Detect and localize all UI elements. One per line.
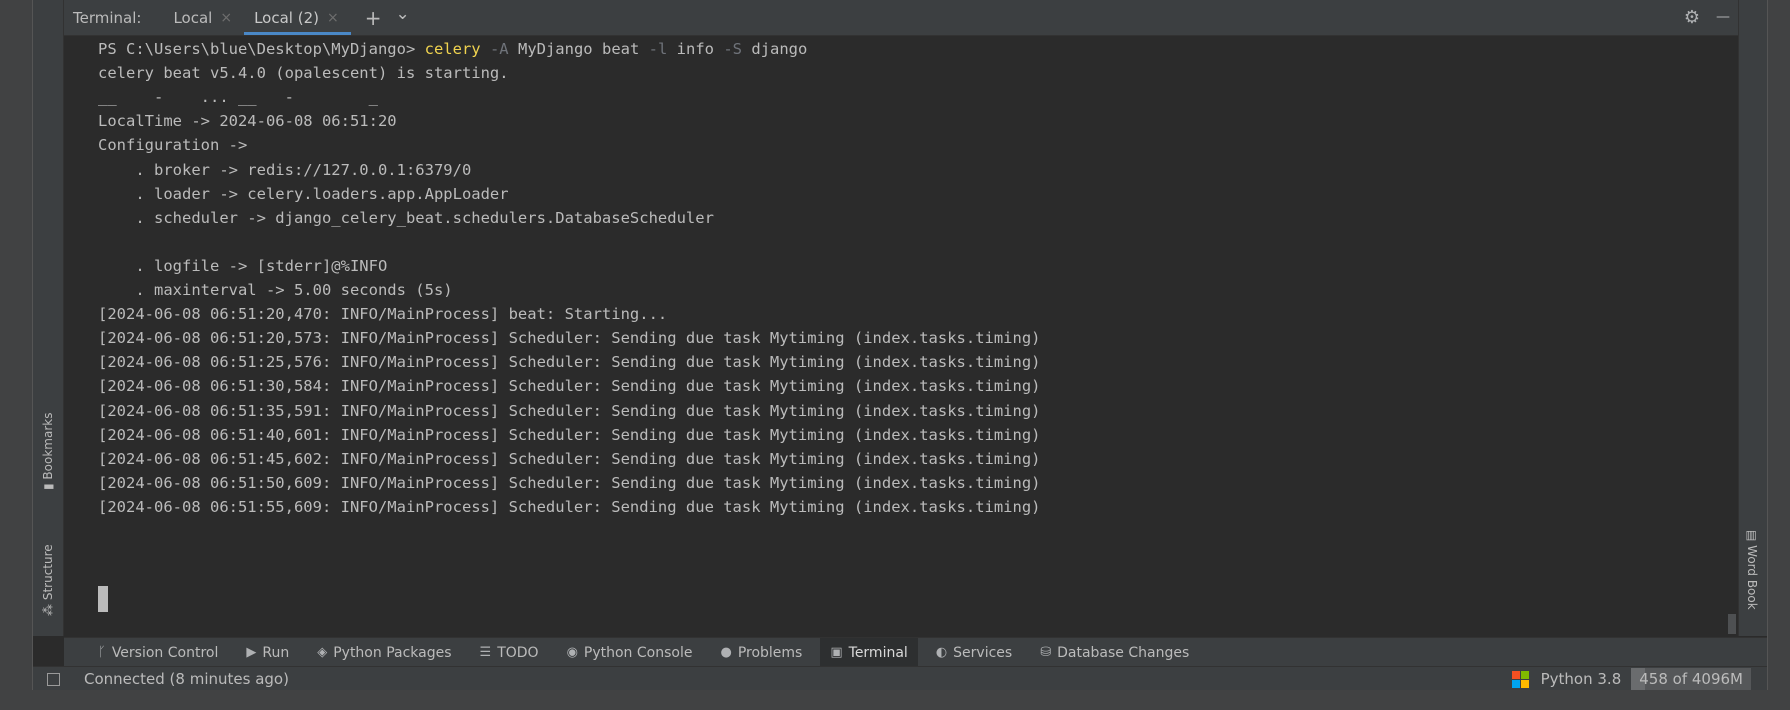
tool-services-button[interactable]: ◐ Services xyxy=(926,638,1022,667)
structure-icon: ⁂ xyxy=(41,600,55,616)
terminal-line: [2024-06-08 06:51:35,591: INFO/MainProce… xyxy=(98,401,1041,420)
command-line: PS C:\Users\blue\Desktop\MyDjango> celer… xyxy=(98,39,807,59)
word-book-icon: ▤ xyxy=(1745,530,1759,546)
close-icon[interactable]: × xyxy=(327,10,339,26)
tool-label: Problems xyxy=(737,644,803,661)
ide-window: ▮ Bookmarks ⁂ Structure ▤ Word Book Term… xyxy=(32,0,1768,690)
tool-label: Python Packages xyxy=(333,644,452,661)
terminal-line: . logfile -> [stderr]@%INFO xyxy=(98,256,388,275)
tool-label: Database Changes xyxy=(1057,644,1190,661)
python-interpreter[interactable]: Python 3.8 xyxy=(1541,670,1622,688)
terminal-line: LocalTime -> 2024-06-08 06:51:20 xyxy=(98,112,397,131)
terminal-line: celery beat v5.4.0 (opalescent) is start… xyxy=(98,64,509,83)
command-name: celery xyxy=(424,40,481,58)
tool-label: Python Console xyxy=(583,644,693,661)
tool-version-control-button[interactable]: ᚴ Version Control xyxy=(88,638,228,667)
terminal-line: . scheduler -> django_celery_beat.schedu… xyxy=(98,208,714,227)
terminal-line: __ - ... __ - _ xyxy=(98,88,378,107)
close-icon[interactable]: × xyxy=(220,10,232,26)
chevron-down-icon[interactable]: ⌄ xyxy=(395,6,409,23)
todo-icon: ☰ xyxy=(479,645,492,660)
terminal-line: . maxinterval -> 5.00 seconds (5s) xyxy=(98,281,453,299)
terminal-line: [2024-06-08 06:51:20,573: INFO/MainProce… xyxy=(98,329,1041,348)
terminal-title: Terminal: xyxy=(73,8,142,27)
terminal-tab-bar: Terminal: Local × Local (2) × + ⌄ ⚙ — xyxy=(64,0,1738,36)
flag: -l xyxy=(648,40,668,58)
branch-icon: ᚴ xyxy=(98,645,106,660)
tool-label: Version Control xyxy=(111,644,219,661)
problems-icon: ● xyxy=(720,645,732,660)
terminal-line: [2024-06-08 06:51:55,609: INFO/MainProce… xyxy=(98,497,1041,516)
run-icon: ▶ xyxy=(246,645,257,660)
terminal-output[interactable]: PS C:\Users\blue\Desktop\MyDjango> celer… xyxy=(64,36,1738,636)
tab-label: Local xyxy=(173,8,213,27)
tool-label: Terminal xyxy=(848,644,908,661)
vertical-scrollbar[interactable] xyxy=(1728,614,1736,634)
argument: info xyxy=(676,40,714,58)
word-book-tool-button[interactable]: ▤ Word Book xyxy=(1745,530,1759,610)
services-icon: ◐ xyxy=(935,645,948,660)
tool-label: Run xyxy=(262,644,290,661)
structure-tool-button[interactable]: ⁂ Structure xyxy=(41,544,55,616)
terminal-line: [2024-06-08 06:51:30,584: INFO/MainProce… xyxy=(98,377,1041,396)
windows-logo-icon xyxy=(1511,670,1529,688)
terminal-line: . loader -> celery.loaders.app.AppLoader xyxy=(98,184,509,203)
terminal-line: [2024-06-08 06:51:20,470: INFO/MainProce… xyxy=(98,305,668,324)
python-console-icon: ◉ xyxy=(566,645,578,660)
database-changes-icon: ⛁ xyxy=(1040,645,1052,660)
packages-icon: ◈ xyxy=(317,645,328,660)
minimize-icon[interactable]: — xyxy=(1716,9,1730,25)
tool-problems-button[interactable]: ● Problems xyxy=(710,638,812,667)
tool-run-button[interactable]: ▶ Run xyxy=(236,638,299,667)
memory-indicator[interactable]: 458 of 4096M xyxy=(1631,668,1751,690)
tool-label: Services xyxy=(953,644,1013,661)
tool-window-bar: ᚴ Version Control ▶ Run ◈ Python Packages ☰ TOD… xyxy=(64,637,1767,667)
right-tool-stripe: ▤ Word Book xyxy=(1738,0,1767,636)
terminal-line: . broker -> redis://127.0.0.1:6379/0 xyxy=(98,160,472,179)
left-tool-stripe: ▮ Bookmarks ⁂ Structure xyxy=(33,0,64,636)
argument: django xyxy=(751,40,808,58)
status-bar: Connected (8 minutes ago) Python 3.8 458… xyxy=(33,666,1767,690)
terminal-line: Configuration -> xyxy=(98,136,248,155)
terminal-line: [2024-06-08 06:51:50,609: INFO/MainProce… xyxy=(98,473,1041,492)
flag: -A xyxy=(489,40,509,58)
gear-icon[interactable]: ⚙ xyxy=(1684,7,1700,28)
prompt: PS C:\Users\blue\Desktop\MyDjango> xyxy=(98,40,416,58)
tab-local[interactable]: Local × xyxy=(163,0,244,35)
bookmark-icon: ▮ xyxy=(41,479,55,490)
tab-local-2[interactable]: Local (2) × xyxy=(244,0,351,35)
terminal-icon: ▣ xyxy=(830,645,843,660)
flag: -S xyxy=(723,40,743,58)
terminal-line: [2024-06-08 06:51:40,601: INFO/MainProce… xyxy=(98,425,1041,444)
toggle-tool-windows-icon[interactable] xyxy=(47,672,60,686)
argument: MyDjango xyxy=(517,40,593,58)
tool-terminal-button[interactable]: ▣ Terminal xyxy=(820,638,918,667)
tool-database-changes-button[interactable]: ⛁ Database Changes xyxy=(1030,638,1199,667)
bookmarks-tool-button[interactable]: ▮ Bookmarks xyxy=(41,413,55,490)
terminal-line: [2024-06-08 06:51:25,576: INFO/MainProce… xyxy=(98,353,1041,372)
add-tab-icon[interactable]: + xyxy=(365,8,382,28)
tool-label: TODO xyxy=(497,644,539,661)
connection-status[interactable]: Connected (8 minutes ago) xyxy=(84,670,289,688)
argument: beat xyxy=(601,40,640,58)
tool-todo-button[interactable]: ☰ TODO xyxy=(470,638,549,667)
terminal-cursor xyxy=(98,586,108,612)
terminal-line: [2024-06-08 06:51:45,602: INFO/MainProce… xyxy=(98,449,1041,468)
tool-python-console-button[interactable]: ◉ Python Console xyxy=(557,638,703,667)
tool-python-packages-button[interactable]: ◈ Python Packages xyxy=(307,638,461,667)
tab-label: Local (2) xyxy=(254,8,319,27)
